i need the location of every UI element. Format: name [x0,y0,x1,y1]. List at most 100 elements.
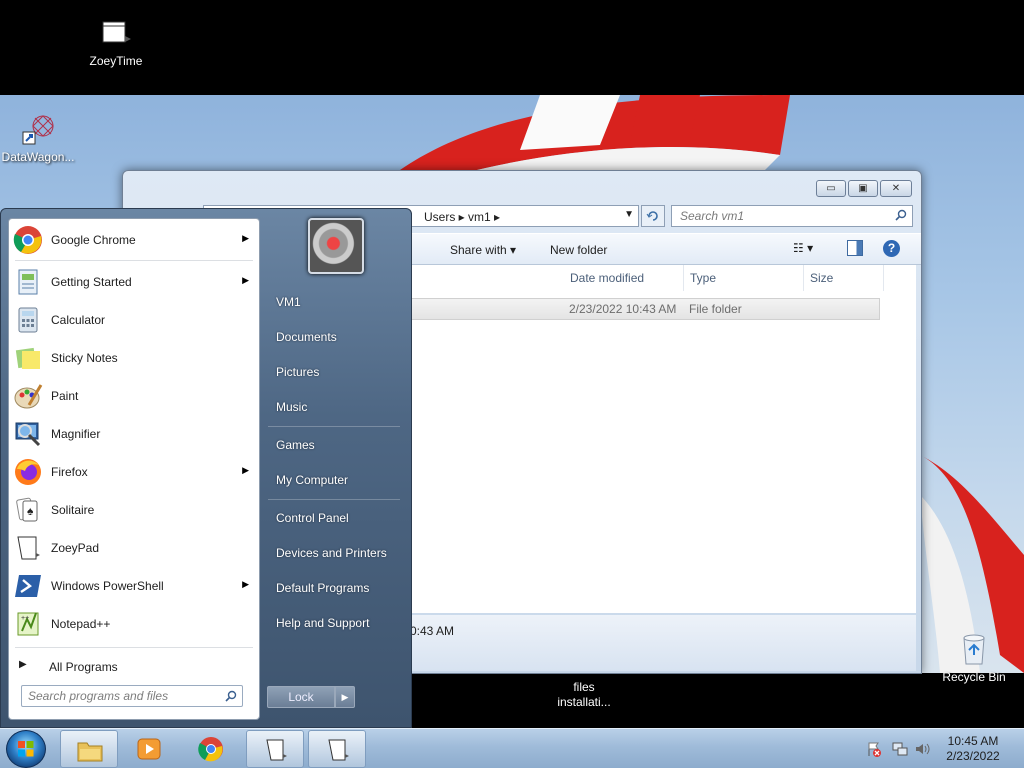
program-zoeypad[interactable]: ZoeyPad [9,529,259,567]
file-type: File folder [689,302,742,316]
lock-button[interactable]: Lock [267,686,335,708]
maximize-button[interactable]: ▣ [848,180,878,197]
desktop: ZoeyTime DataWagon... files installati..… [0,0,1024,728]
submenu-arrow-icon: ▶ [242,275,249,285]
start-link-pictures[interactable]: Pictures [276,365,319,379]
clock-time: 10:45 AM [947,734,999,748]
paint-icon [14,384,43,409]
svg-text:++: ++ [21,615,29,622]
details-text: 0:43 AM [410,624,455,638]
minimize-button[interactable]: ▭ [816,180,846,197]
user-picture[interactable] [308,218,364,274]
help-icon[interactable]: ? [883,240,900,257]
program-notepad-plus-plus[interactable]: ++ Notepad++ [9,605,259,643]
chevron-down-icon[interactable]: ▼ [624,209,634,220]
volume-icon[interactable] [914,741,930,757]
start-link-help-support[interactable]: Help and Support [276,616,369,630]
program-getting-started[interactable]: Getting Started ▶ [9,263,259,301]
sticky-notes-icon [15,347,40,369]
program-label: Calculator [51,313,106,327]
taskbar-chrome[interactable] [182,730,240,768]
desktop-icon-zoeytime[interactable]: ZoeyTime [74,16,158,68]
chrome-icon [13,226,42,254]
program-calculator[interactable]: Calculator [9,301,259,339]
view-options-icon[interactable]: ☷ ▾ [793,241,813,255]
recycle-bin-icon [963,634,985,665]
start-link-devices-printers[interactable]: Devices and Printers [276,546,387,560]
divider [268,426,400,427]
taskbar-zoeypad[interactable] [246,730,304,768]
start-link-vm1[interactable]: VM1 [276,295,301,309]
search-input[interactable]: Search vm1 [671,205,913,227]
taskbar-zoeytime[interactable] [308,730,366,768]
program-windows-powershell[interactable]: Windows PowerShell ▶ [9,567,259,605]
program-label: Getting Started [51,275,132,289]
column-header-date[interactable]: Date modified [564,265,684,291]
program-list: Google Chrome ▶ Getting Started ▶ Calcul… [8,218,260,720]
submenu-arrow-icon: ▶ [242,465,249,475]
start-menu: Google Chrome ▶ Getting Started ▶ Calcul… [0,208,412,728]
desktop-icon-label: Recycle Bin [942,670,1006,684]
share-with-menu[interactable]: Share with ▾ [450,243,516,257]
preview-pane-icon[interactable] [847,240,863,256]
shutdown-options-arrow-icon[interactable]: ▶ [335,686,355,708]
desktop-icon-datawagon[interactable]: DataWagon... [0,112,80,164]
program-paint[interactable]: Paint [9,377,259,415]
getting-started-icon [18,269,38,295]
windows-logo-icon [18,741,34,757]
refresh-icon [646,211,658,221]
shortcut-icon [22,115,54,145]
action-center-flag-icon[interactable] [866,741,882,757]
divider [268,499,400,500]
notepad-plus-plus-icon: ++ [17,612,39,636]
program-sticky-notes[interactable]: Sticky Notes [9,339,259,377]
media-player-icon [137,738,161,760]
program-label: Solitaire [51,503,95,517]
firefox-icon [15,459,41,485]
desktop-icon-label: ZoeyTime [89,54,143,68]
network-icon[interactable] [892,741,908,757]
start-link-documents[interactable]: Documents [276,330,337,344]
program-label: Windows PowerShell [51,579,164,593]
program-label: Magnifier [51,427,101,441]
column-header-size[interactable]: Size [804,265,884,291]
taskbar-media-player[interactable] [120,730,178,768]
program-solitaire[interactable]: ♠ Solitaire [9,491,259,529]
desktop-icon-recycle-bin[interactable]: Recycle Bin [932,632,1016,684]
column-header-type[interactable]: Type [684,265,804,291]
clock-date: 2/23/2022 [946,749,1000,763]
folder-icon [77,742,103,762]
start-link-games[interactable]: Games [276,438,315,452]
breadcrumb: Users ▸ vm1 ▸ [424,210,501,224]
start-link-default-programs[interactable]: Default Programs [276,581,369,595]
zoeypad-icon [266,739,287,761]
taskbar-explorer[interactable] [60,730,118,768]
start-link-music[interactable]: Music [276,400,307,414]
program-label: Google Chrome [51,233,136,247]
program-label: Paint [51,389,79,403]
program-firefox[interactable]: Firefox ▶ [9,453,259,491]
file-date: 2/23/2022 10:43 AM [569,302,677,316]
calculator-icon [18,307,38,333]
program-google-chrome[interactable]: Google Chrome ▶ [9,221,259,259]
divider [15,647,253,648]
all-programs-button[interactable]: ▶ All Programs [9,651,259,681]
program-magnifier[interactable]: Magnifier [9,415,259,453]
submenu-arrow-icon: ▶ [242,233,249,243]
program-label: Notepad++ [51,617,111,631]
clock[interactable]: 10:45 AM 2/23/2022 [938,734,1008,764]
start-search-input[interactable]: Search programs and files [21,685,243,707]
chrome-icon [198,737,223,762]
start-link-my-computer[interactable]: My Computer [276,473,348,487]
refresh-button[interactable] [641,205,665,227]
system-tray: 10:45 AM 2/23/2022 [862,729,1024,768]
start-link-control-panel[interactable]: Control Panel [276,511,349,525]
close-button[interactable]: ✕ [880,180,912,197]
start-button[interactable] [6,730,46,768]
zoeypad-icon [17,536,40,560]
all-programs-label: All Programs [49,660,118,674]
submenu-arrow-icon: ▶ [242,579,249,589]
lock-control: Lock ▶ [267,686,357,708]
new-folder-button[interactable]: New folder [550,243,607,257]
divider [15,260,253,261]
